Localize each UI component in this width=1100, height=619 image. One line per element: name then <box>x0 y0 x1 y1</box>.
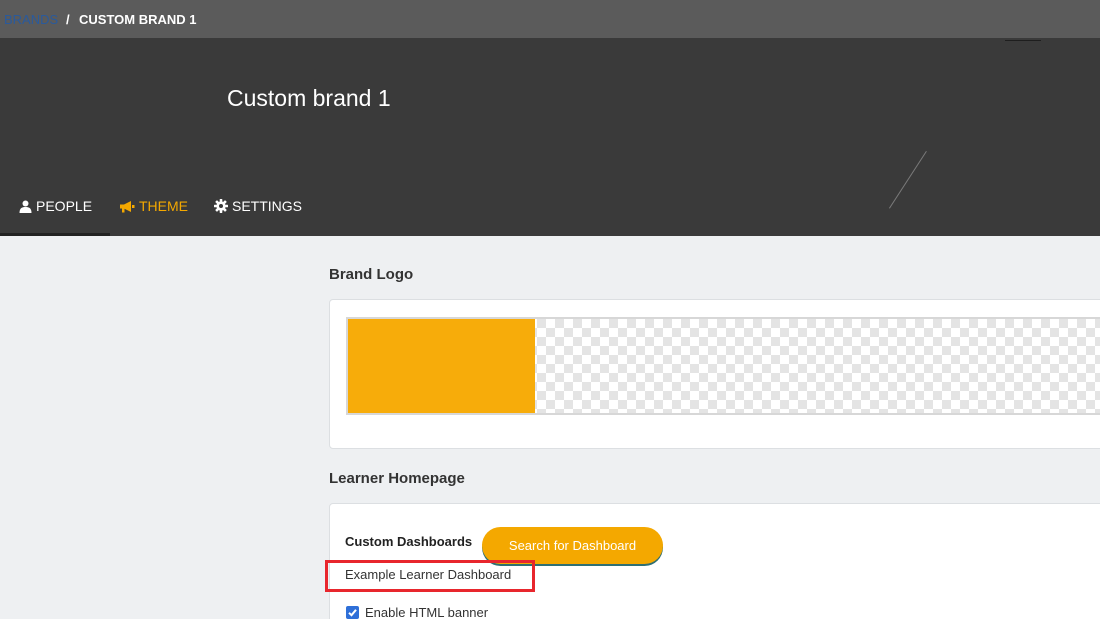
checkmark-icon <box>348 609 357 617</box>
custom-dashboards-label: Custom Dashboards <box>345 534 473 549</box>
breadcrumb-separator: / <box>66 12 70 27</box>
dashboard-highlight-box <box>325 560 535 592</box>
search-dashboard-button[interactable]: Search for Dashboard <box>482 527 663 564</box>
learner-homepage-heading: Learner Homepage <box>329 470 465 487</box>
header-decorative-line <box>888 151 927 209</box>
megaphone-icon <box>120 200 135 212</box>
tab-underline <box>0 233 110 236</box>
gear-icon <box>214 199 228 213</box>
page-title: Custom brand 1 <box>227 85 391 111</box>
enable-html-banner-checkbox[interactable] <box>346 606 359 619</box>
enable-html-banner-label: Enable HTML banner <box>365 605 489 619</box>
brand-header: Custom brand 1 PEOPLE THEME SETTINGS <box>0 38 1100 236</box>
breadcrumb-current: CUSTOM BRAND 1 <box>79 12 197 27</box>
tab-theme-label: THEME <box>139 198 188 214</box>
tab-theme[interactable]: THEME <box>119 198 188 214</box>
tab-people[interactable]: PEOPLE <box>19 198 92 214</box>
tab-settings[interactable]: SETTINGS <box>214 198 302 214</box>
tab-settings-label: SETTINGS <box>232 198 303 214</box>
tab-people-label: PEOPLE <box>36 198 93 214</box>
header-divider-line <box>1005 40 1041 41</box>
logo-preview[interactable] <box>346 317 1100 415</box>
brand-logo-card <box>329 299 1100 449</box>
breadcrumb-brands-link[interactable]: BRANDS <box>4 12 58 27</box>
breadcrumb-bar: BRANDS / CUSTOM BRAND 1 <box>0 0 1100 38</box>
person-icon <box>19 200 32 213</box>
logo-image <box>348 319 535 413</box>
brand-logo-heading: Brand Logo <box>329 266 414 283</box>
